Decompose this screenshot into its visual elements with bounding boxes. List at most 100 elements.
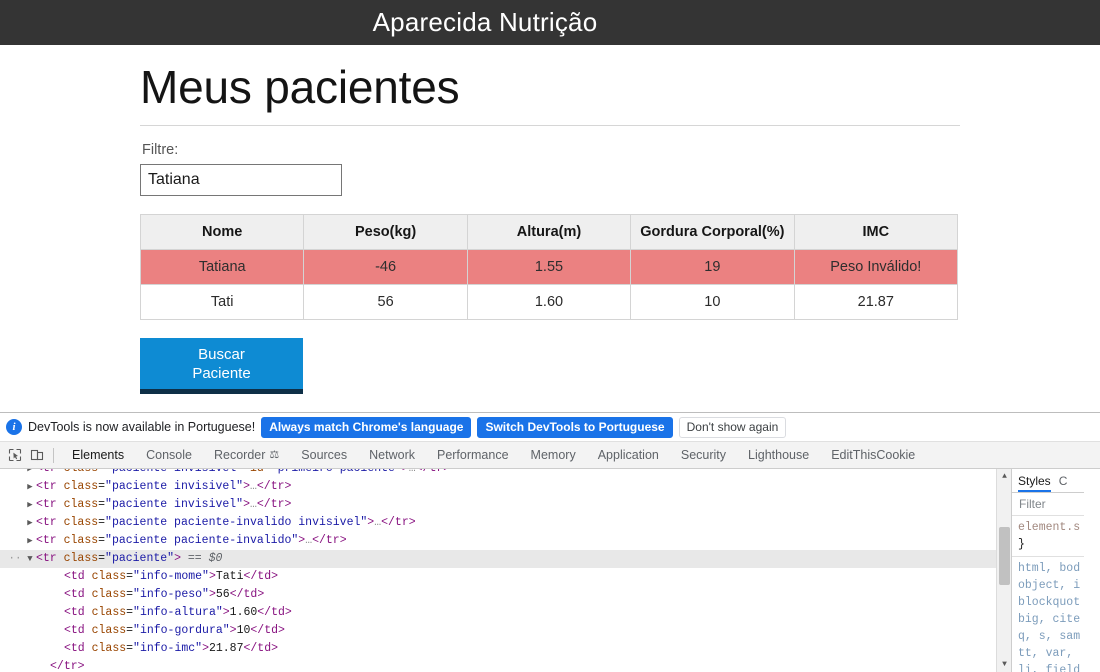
- styles-pane: Styles C Filter element.s } html, bod ob…: [1012, 469, 1084, 672]
- cell-altura: 1.55: [466, 249, 632, 286]
- table-row[interactable]: Tatiana -46 1.55 19 Peso Inválido!: [139, 249, 959, 286]
- dom-node-markup: <td class="info-altura">1.60</td>: [64, 606, 292, 619]
- scrollbar-thumb[interactable]: [999, 527, 1010, 585]
- device-toolbar-icon[interactable]: [26, 445, 48, 465]
- tab-styles[interactable]: Styles: [1018, 469, 1051, 492]
- column-header-altura: Altura(m): [466, 214, 632, 251]
- css-selector-line: blockquot: [1018, 596, 1081, 609]
- tab-security[interactable]: Security: [670, 442, 737, 468]
- tab-application[interactable]: Application: [587, 442, 670, 468]
- page-title: Meus pacientes: [140, 61, 460, 113]
- info-icon: i: [6, 419, 22, 435]
- filter-input[interactable]: [140, 164, 342, 197]
- dom-node[interactable]: </tr>: [0, 658, 1011, 672]
- table-row[interactable]: Tati 56 1.60 10 21.87: [139, 284, 959, 321]
- buscar-paciente-button[interactable]: Buscar Paciente: [140, 338, 303, 395]
- tab-sources[interactable]: Sources: [290, 442, 358, 468]
- dom-node[interactable]: ▶ <tr class="paciente paciente-invalido">…: [0, 532, 1011, 550]
- tab-performance[interactable]: Performance: [426, 442, 520, 468]
- dom-node-twisty[interactable]: ▶: [24, 469, 36, 478]
- css-selector-line: object, i: [1018, 579, 1081, 592]
- cell-peso: -46: [303, 249, 468, 286]
- cell-imc: Peso Inválido!: [793, 249, 959, 286]
- css-selector-line: tt, var,: [1018, 647, 1074, 660]
- css-close-brace: }: [1018, 538, 1025, 551]
- dom-node-markup: <td class="info-mome">Tati</td>: [64, 570, 279, 583]
- buscar-button-line1: Buscar: [198, 345, 245, 363]
- dom-tree-pane[interactable]: ▶<tr class="paciente invisivel" id="prim…: [0, 469, 1012, 672]
- dom-node[interactable]: <td class="info-peso">56</td>: [0, 586, 1011, 604]
- page-container: Meus pacientes Filtre: Nome Peso(kg) Alt…: [139, 61, 960, 412]
- patients-table: Nome Peso(kg) Altura(m) Gordura Corporal…: [139, 214, 959, 321]
- dom-node[interactable]: ▶<tr class="paciente invisivel" id="prim…: [0, 469, 1011, 478]
- dom-node-selected[interactable]: ·· ▼ <tr class="paciente"> == $0: [0, 550, 1011, 568]
- filter-label: Filtre:: [142, 142, 179, 159]
- dom-tree-scrollbar[interactable]: ▲ ▼: [996, 469, 1011, 672]
- infobar-message: DevTools is now available in Portuguese!: [28, 420, 256, 434]
- tab-console[interactable]: Console: [135, 442, 203, 468]
- cell-gordura: 19: [630, 249, 795, 286]
- site-title: Aparecida Nutrição: [372, 7, 598, 37]
- dom-node-twisty[interactable]: ▶: [24, 496, 36, 514]
- scroll-up-arrow[interactable]: ▲: [997, 469, 1011, 484]
- dom-node[interactable]: <td class="info-mome">Tati</td>: [0, 568, 1011, 586]
- css-selector-element-style: element.s: [1018, 521, 1081, 534]
- cell-gordura: 10: [630, 284, 795, 321]
- dom-node[interactable]: ▶ <tr class="paciente paciente-invalido i…: [0, 514, 1011, 532]
- table-header-row: Nome Peso(kg) Altura(m) Gordura Corporal…: [139, 214, 959, 251]
- dom-node-twisty[interactable]: ▶: [24, 514, 36, 532]
- dom-node-markup: <tr class="paciente invisivel" id="prime…: [36, 469, 450, 478]
- switch-devtools-language-button[interactable]: Switch DevTools to Portuguese: [477, 416, 673, 438]
- screen-root: Aparecida Nutrição Meus pacientes Filtre…: [0, 0, 1100, 672]
- devtools-body: ▶<tr class="paciente invisivel" id="prim…: [0, 469, 1100, 672]
- dom-node-markup: <tr class="paciente paciente-invalido">……: [36, 534, 347, 547]
- column-header-peso: Peso(kg): [303, 214, 468, 251]
- dom-node[interactable]: <td class="info-altura">1.60</td>: [0, 604, 1011, 622]
- cell-imc: 21.87: [793, 284, 959, 321]
- styles-filter-placeholder: Filter: [1019, 497, 1046, 511]
- devtools-language-infobar: i DevTools is now available in Portugues…: [0, 413, 1100, 442]
- devtools-tabbar: Elements Console Recorder ⚖ Sources Netw…: [0, 442, 1100, 469]
- toolbar-separator: [53, 447, 54, 463]
- dom-node[interactable]: <td class="info-imc">21.87</td>: [0, 640, 1011, 658]
- dom-node[interactable]: ▶ <tr class="paciente invisivel">…</tr>: [0, 496, 1011, 514]
- css-selector-line: big, cite: [1018, 613, 1081, 626]
- column-header-imc: IMC: [793, 214, 959, 251]
- tab-computed-clipped[interactable]: C: [1059, 474, 1068, 488]
- tab-lighthouse[interactable]: Lighthouse: [737, 442, 820, 468]
- dom-node-markup: <tr class="paciente"> == $0: [36, 552, 223, 565]
- inspect-element-icon[interactable]: [4, 445, 26, 465]
- css-selector-line: html, bod: [1018, 562, 1081, 575]
- dom-node-markup: <tr class="paciente invisivel">…</tr>: [36, 480, 292, 493]
- dont-show-again-button[interactable]: Don't show again: [678, 416, 787, 438]
- column-header-nome: Nome: [139, 214, 305, 251]
- dom-node[interactable]: ▶ <tr class="paciente invisivel">…</tr>: [0, 478, 1011, 496]
- dom-node-gutter: ··: [8, 553, 22, 565]
- dom-node-markup: <td class="info-gordura">10</td>: [64, 624, 285, 637]
- dom-node-markup: <tr class="paciente paciente-invalido in…: [36, 516, 416, 529]
- tab-editthiscookie[interactable]: EditThisCookie: [820, 442, 926, 468]
- dom-node-twisty[interactable]: ▶: [24, 478, 36, 496]
- tab-elements[interactable]: Elements: [61, 442, 135, 468]
- cell-altura: 1.60: [466, 284, 632, 321]
- dom-node-markup: <td class="info-peso">56</td>: [64, 588, 265, 601]
- css-rule-element-style: element.s }: [1012, 516, 1084, 556]
- site-header: Aparecida Nutrição: [0, 0, 1100, 45]
- styles-filter-input[interactable]: Filter: [1012, 493, 1084, 516]
- dom-node-twisty[interactable]: ▼: [24, 550, 36, 568]
- buscar-button-line2: Paciente: [192, 364, 251, 382]
- cell-peso: 56: [303, 284, 468, 321]
- tab-recorder[interactable]: Recorder ⚖: [203, 442, 290, 468]
- cell-nome: Tati: [139, 284, 305, 321]
- web-page-viewport: Aparecida Nutrição Meus pacientes Filtre…: [0, 0, 1100, 412]
- dom-node-markup: <td class="info-imc">21.87</td>: [64, 642, 279, 655]
- dom-node-twisty[interactable]: ▶: [24, 532, 36, 550]
- tab-memory[interactable]: Memory: [520, 442, 587, 468]
- scroll-down-arrow[interactable]: ▼: [997, 657, 1011, 672]
- patients-table-body: Tatiana -46 1.55 19 Peso Inválido! Tati …: [139, 249, 959, 321]
- always-match-language-button[interactable]: Always match Chrome's language: [261, 416, 472, 438]
- dom-node[interactable]: <td class="info-gordura">10</td>: [0, 622, 1011, 640]
- title-divider: [140, 125, 960, 127]
- tab-network[interactable]: Network: [358, 442, 426, 468]
- column-header-gordura: Gordura Corporal(%): [630, 214, 795, 251]
